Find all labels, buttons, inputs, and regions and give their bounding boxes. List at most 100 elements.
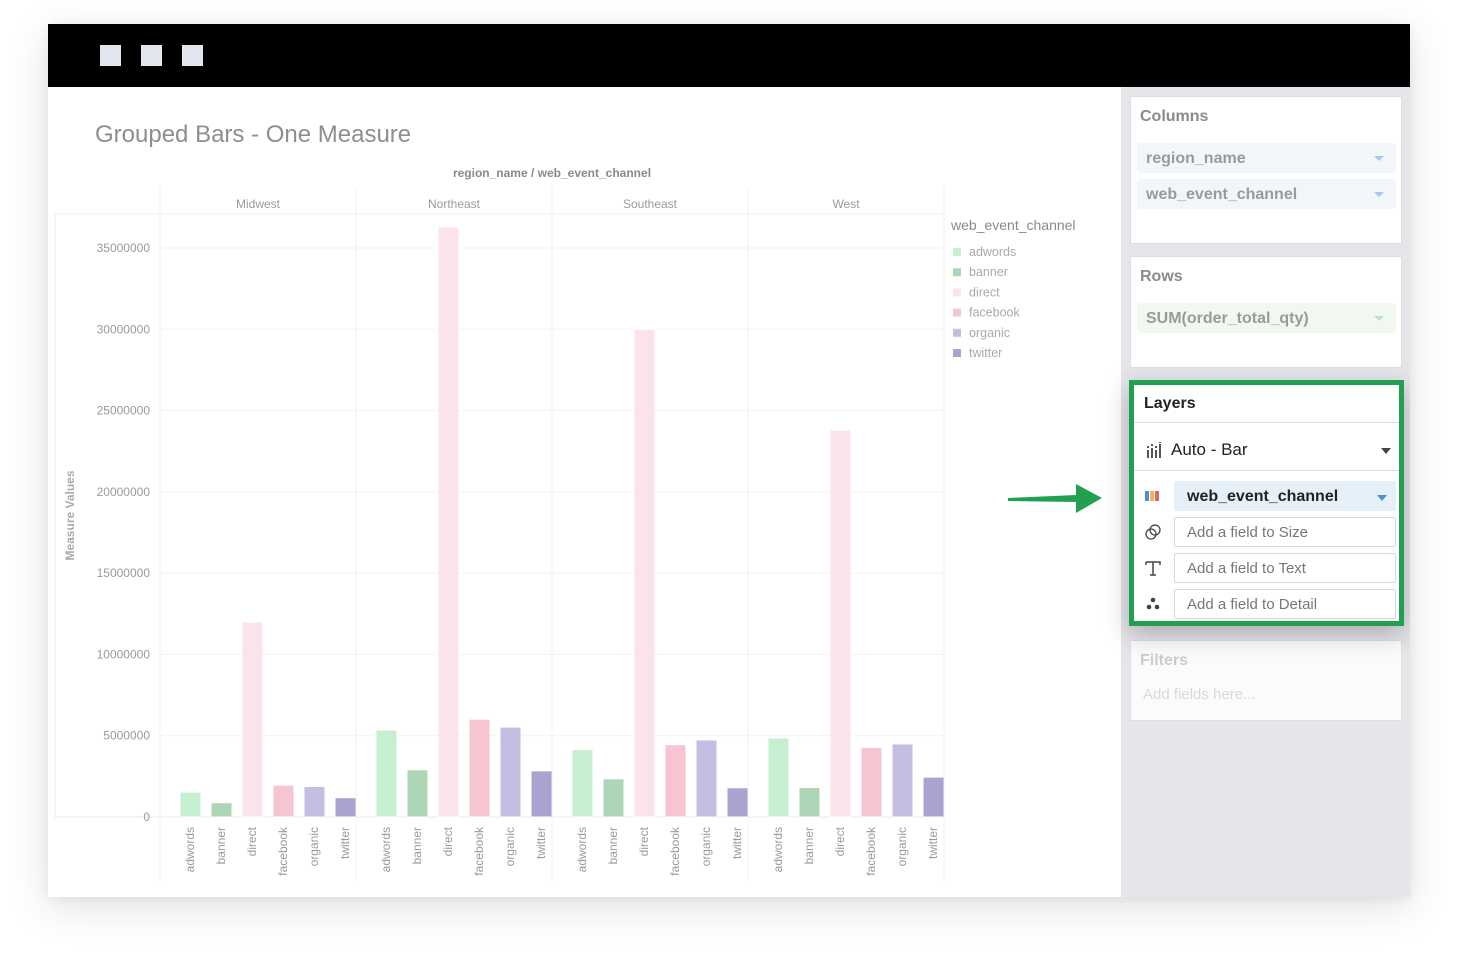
dropdown-caret-icon[interactable] (1381, 448, 1391, 454)
divider (1134, 470, 1399, 471)
size-icon (1145, 524, 1161, 540)
columns-field-pill[interactable]: region_name (1137, 143, 1396, 173)
x-tick-label: twitter (338, 827, 352, 859)
window-control-button[interactable] (141, 45, 162, 66)
field-label: region_name (1146, 150, 1246, 167)
bar (922, 776, 945, 818)
bar (829, 429, 852, 818)
bar (767, 737, 790, 818)
dropdown-caret-icon[interactable] (1377, 495, 1387, 501)
facet-label: Midwest (236, 197, 281, 211)
text-encoding-row: Add a field to Text (1134, 553, 1399, 583)
legend-swatch (953, 328, 961, 337)
dropdown-caret-icon[interactable] (1374, 156, 1384, 161)
x-tick-label: twitter (926, 827, 940, 859)
legend-item-label: banner (969, 265, 1008, 279)
bar (468, 718, 491, 818)
bar (602, 778, 625, 818)
filters-shelf: Filters Add fields here... (1130, 640, 1402, 721)
mark-type-dropdown[interactable]: Auto - Bar (1134, 428, 1399, 470)
rows-field-pill[interactable]: SUM(order_total_qty) (1137, 303, 1396, 333)
color-encoding-row: web_event_channel (1134, 481, 1399, 511)
window-control-button[interactable] (100, 45, 121, 66)
x-tick-label: organic (699, 827, 713, 866)
legend-title: web_event_channel (950, 217, 1076, 233)
legend-swatch (953, 268, 961, 277)
legend-swatch (953, 349, 961, 357)
y-tick-label: 20000000 (97, 485, 151, 499)
layers-title: Layers (1144, 395, 1196, 412)
text-icon (1145, 561, 1161, 576)
bar (664, 744, 687, 818)
bar (891, 743, 914, 818)
bar (406, 769, 429, 818)
title-bar (48, 24, 1410, 87)
grouped-bar-chart: region_name / web_event_channel 0 5000000 1… (54, 166, 1076, 882)
app-window: Grouped Bars - One Measure region_name /… (48, 24, 1410, 897)
bar-chart-icon (1147, 442, 1161, 458)
x-tick-label: adwords (575, 827, 589, 872)
x-tick-label: organic (307, 827, 321, 866)
y-tick-label: 30000000 (97, 322, 151, 336)
y-axis-label: Measure Values (63, 470, 77, 560)
bar (695, 739, 718, 818)
size-encoding-row: Add a field to Size (1134, 517, 1399, 547)
dropdown-caret-icon[interactable] (1374, 316, 1384, 321)
x-tick-label: facebook (864, 826, 878, 876)
column-header-label: region_name / web_event_channel (453, 166, 651, 180)
detail-field-input[interactable]: Add a field to Detail (1174, 589, 1396, 619)
facet-label: Northeast (428, 197, 481, 211)
bar (210, 802, 233, 818)
columns-field-pill[interactable]: web_event_channel (1137, 179, 1396, 209)
bar (860, 747, 883, 818)
legend-item-label: adwords (969, 245, 1016, 259)
legend-swatch (953, 248, 961, 256)
detail-encoding-row: Add a field to Detail (1134, 589, 1399, 619)
x-tick-label: direct (245, 826, 259, 856)
y-tick-label: 25000000 (97, 404, 151, 418)
size-field-input[interactable]: Add a field to Size (1174, 517, 1396, 547)
x-tick-label: banner (802, 827, 816, 864)
detail-dots-icon (1146, 597, 1160, 610)
x-tick-label: facebook (276, 826, 290, 876)
filters-drop-zone[interactable]: Add fields here... (1143, 686, 1256, 703)
field-label: web_event_channel (1146, 186, 1298, 203)
annotation-arrow-icon (1008, 484, 1102, 513)
x-tick-label: direct (833, 826, 847, 856)
mark-type-label: Auto - Bar (1171, 440, 1248, 459)
y-tick-label: 35000000 (97, 241, 151, 255)
field-label: web_event_channel (1187, 488, 1339, 505)
layers-panel: Layers Auto - Bar web_event_channel Add … (1129, 380, 1404, 626)
x-tick-label: twitter (730, 827, 744, 859)
x-tick-label: direct (441, 826, 455, 856)
x-tick-label: adwords (379, 827, 393, 872)
x-tick-label: banner (606, 827, 620, 864)
legend-item-label: organic (969, 326, 1010, 340)
bar (375, 729, 398, 818)
bar (571, 749, 594, 818)
facet-label: Southeast (623, 197, 678, 211)
dropdown-caret-icon[interactable] (1374, 192, 1384, 197)
bar (272, 784, 295, 818)
legend-item-label: twitter (969, 346, 1002, 360)
bar (303, 785, 326, 818)
text-field-input[interactable]: Add a field to Text (1174, 553, 1396, 583)
x-tick-label: banner (214, 827, 228, 864)
divider (1134, 422, 1399, 423)
rows-title: Rows (1140, 268, 1183, 285)
x-tick-label: twitter (534, 827, 548, 859)
bar (179, 791, 202, 818)
bar (530, 770, 553, 818)
x-tick-label: facebook (472, 826, 486, 876)
window-control-button[interactable] (182, 45, 203, 66)
bar (334, 797, 357, 818)
color-field-pill[interactable]: web_event_channel (1174, 481, 1396, 511)
y-tick-label: 15000000 (97, 566, 151, 580)
field-label: SUM(order_total_qty) (1146, 310, 1309, 327)
facet-label: West (832, 197, 860, 211)
filters-title: Filters (1140, 652, 1189, 669)
x-tick-label: adwords (183, 827, 197, 872)
rows-shelf: Rows SUM(order_total_qty) (1130, 256, 1402, 368)
bar (798, 786, 821, 818)
legend-item-label: facebook (969, 306, 1020, 320)
